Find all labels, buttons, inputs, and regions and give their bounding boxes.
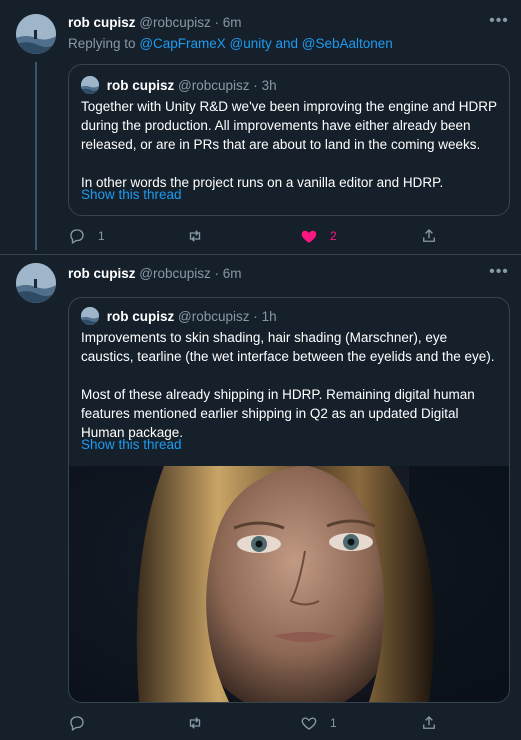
replying-to-prefix: Replying to: [68, 36, 136, 51]
replying-to-users[interactable]: @CapFrameX @unity and @SebAaltonen: [139, 36, 393, 51]
replying-to: Replying to @CapFrameX @unity and @SebAa…: [68, 36, 393, 51]
quoted-author-handle: @robcupisz: [178, 78, 250, 93]
author-name[interactable]: rob cupisz: [68, 266, 136, 281]
quoted-tweet[interactable]: rob cupisz @robcupisz · 1h Improvements …: [68, 297, 510, 703]
quoted-timestamp: 1h: [261, 309, 277, 324]
like-count: 1: [330, 716, 337, 730]
quoted-author-handle: @robcupisz: [178, 309, 250, 324]
reply-button[interactable]: 1: [68, 224, 105, 248]
quoted-tweet[interactable]: rob cupisz @robcupisz · 3h Together with…: [68, 64, 510, 216]
separator: ·: [214, 15, 220, 30]
separator: ·: [253, 309, 258, 324]
thread-connector: [35, 62, 37, 250]
portrait-photo: [69, 436, 509, 702]
timestamp[interactable]: 6m: [223, 15, 242, 30]
share-button[interactable]: [420, 711, 438, 735]
retweet-button[interactable]: [186, 224, 216, 248]
like-button[interactable]: 2: [300, 224, 337, 248]
like-count: 2: [330, 229, 337, 243]
reply-button[interactable]: [68, 711, 98, 735]
reply-icon: [70, 716, 84, 731]
retweet-button[interactable]: [186, 711, 216, 735]
quoted-author-name: rob cupisz: [106, 309, 175, 324]
quoted-tweet-header: rob cupisz @robcupisz · 1h: [81, 307, 277, 325]
quoted-text-paragraph: Most of these already shipping in HDRP. …: [81, 387, 475, 440]
quoted-timestamp: 3h: [261, 78, 277, 93]
quoted-tweet-header: rob cupisz @robcupisz · 3h: [81, 76, 277, 94]
show-thread-link[interactable]: Show this thread: [81, 187, 182, 202]
quoted-tweet-text: Together with Unity R&D we've been impro…: [81, 97, 497, 192]
separator: ·: [214, 266, 220, 281]
author-name[interactable]: rob cupisz: [68, 15, 136, 30]
quoted-text-paragraph: Improvements to skin shading, hair shadi…: [81, 330, 495, 364]
like-icon: [301, 717, 317, 730]
timestamp[interactable]: 6m: [223, 266, 242, 281]
tweet[interactable]: rob cupisz @robcupisz · 6m ••• Replying …: [0, 0, 521, 254]
quoted-tweet-text: Improvements to skin shading, hair shadi…: [81, 328, 497, 442]
share-icon: [423, 229, 435, 242]
avatar[interactable]: [16, 14, 56, 54]
tweet-header: rob cupisz @robcupisz · 6m: [68, 15, 242, 30]
like-button[interactable]: 1: [300, 711, 337, 735]
tweet[interactable]: rob cupisz @robcupisz · 6m ••• rob cupis…: [0, 254, 521, 740]
retweet-icon: [189, 717, 201, 729]
separator: ·: [253, 78, 258, 93]
quoted-author-name: rob cupisz: [106, 78, 175, 93]
more-icon[interactable]: •••: [489, 13, 509, 30]
tweet-actions: 1: [68, 711, 508, 735]
share-button[interactable]: [420, 224, 438, 248]
author-handle[interactable]: @robcupisz: [139, 15, 210, 30]
like-icon: [301, 230, 317, 243]
share-icon: [423, 716, 435, 729]
quoted-text-paragraph: Together with Unity R&D we've been impro…: [81, 99, 497, 152]
more-icon[interactable]: •••: [489, 264, 509, 281]
reply-icon: [70, 229, 84, 244]
show-thread-link[interactable]: Show this thread: [81, 437, 182, 452]
tweet-media-image[interactable]: [69, 436, 509, 702]
retweet-icon: [189, 230, 201, 242]
avatar[interactable]: [16, 263, 56, 303]
reply-count: 1: [98, 229, 105, 243]
tweet-header: rob cupisz @robcupisz · 6m: [68, 266, 242, 281]
quoted-avatar: [81, 307, 99, 325]
author-handle[interactable]: @robcupisz: [139, 266, 210, 281]
quoted-avatar: [81, 76, 99, 94]
tweet-actions: 1 2: [68, 224, 508, 248]
